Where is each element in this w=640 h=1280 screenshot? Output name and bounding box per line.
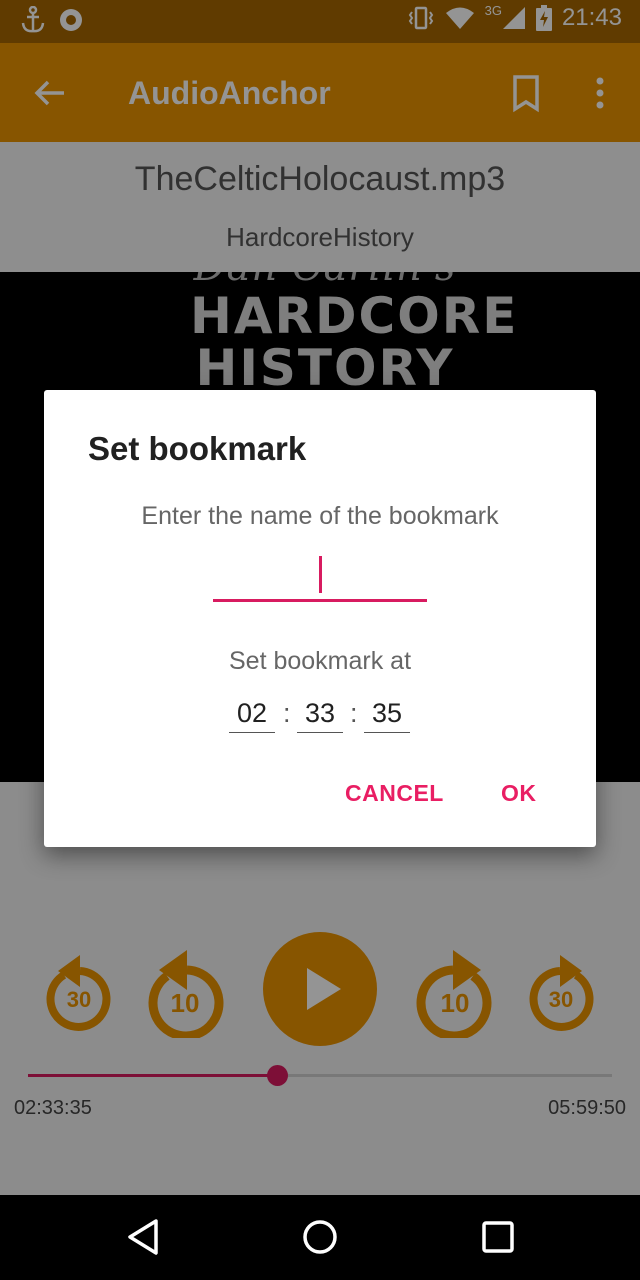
cancel-button[interactable]: CANCEL — [345, 780, 444, 807]
ok-button[interactable]: OK — [501, 780, 537, 807]
system-nav-bar — [0, 1195, 640, 1280]
time-separator: : — [283, 698, 291, 728]
home-circle-icon[interactable] — [301, 1217, 339, 1257]
bookmark-position-label: Set bookmark at — [228, 647, 412, 675]
recents-square-icon[interactable] — [481, 1217, 515, 1257]
back-triangle-icon[interactable] — [126, 1217, 160, 1257]
set-bookmark-dialog: Set bookmark Enter the name of the bookm… — [44, 390, 596, 847]
time-separator: : — [350, 698, 358, 728]
minutes-field[interactable]: 33 — [297, 695, 343, 733]
dialog-title: Set bookmark — [88, 430, 307, 467]
dialog-message: Enter the name of the bookmark — [141, 502, 499, 530]
hours-field[interactable]: 02 — [229, 695, 275, 733]
text-cursor — [319, 556, 322, 593]
seconds-field[interactable]: 35 — [364, 695, 410, 733]
